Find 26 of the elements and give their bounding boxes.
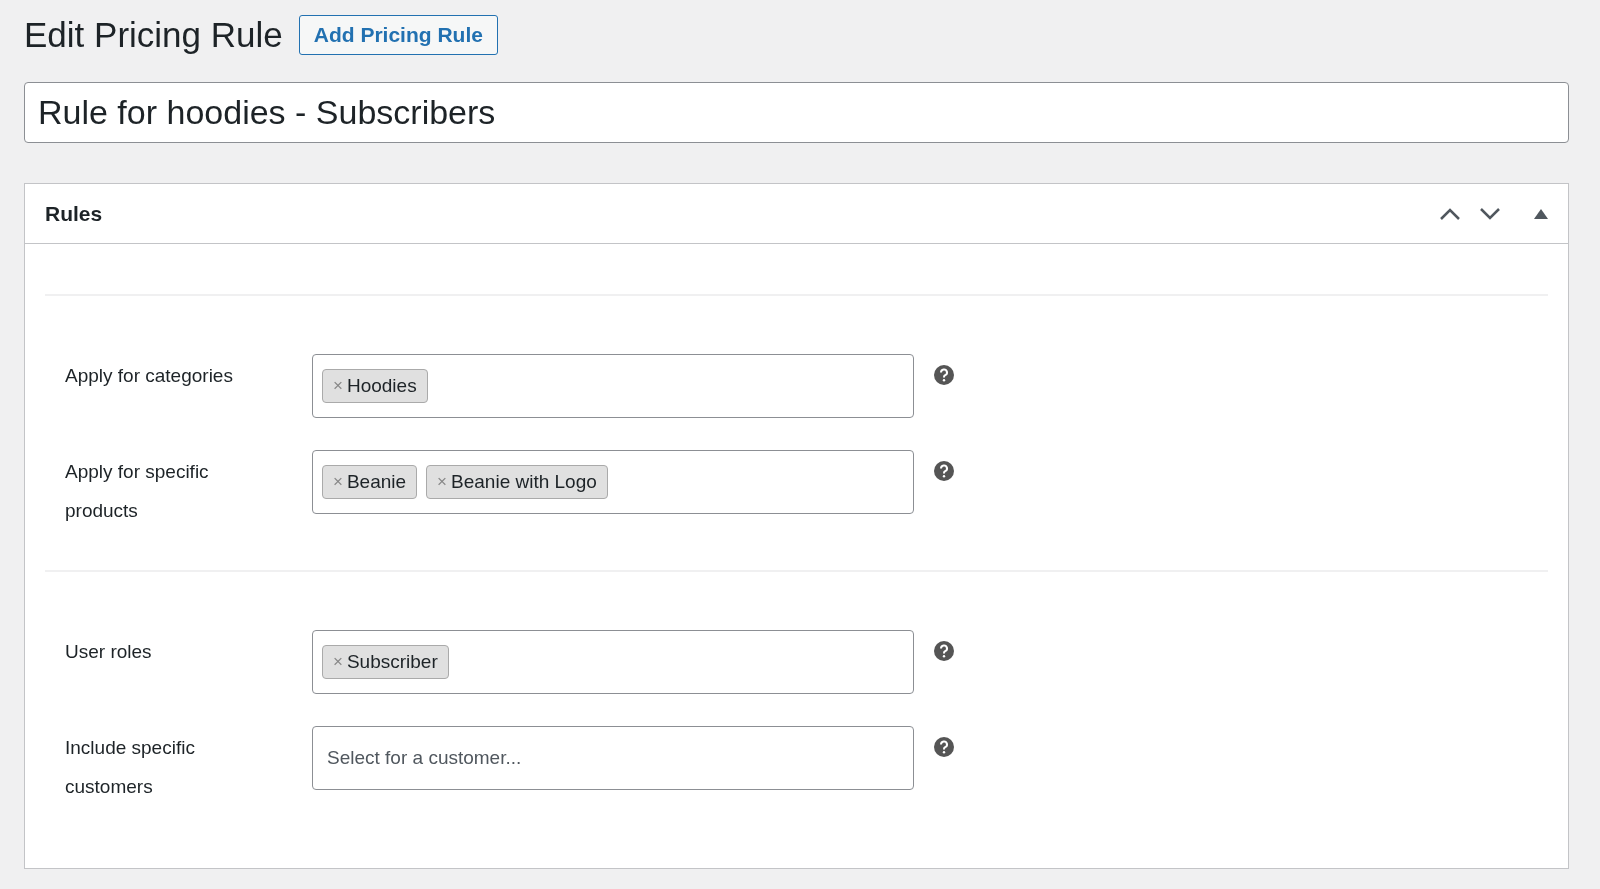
add-pricing-rule-button[interactable]: Add Pricing Rule bbox=[298, 15, 498, 55]
chevron-down-icon[interactable] bbox=[1478, 205, 1502, 222]
customer-search-field[interactable]: Select for a customer... bbox=[312, 726, 914, 790]
field-label: Include specific customers bbox=[65, 736, 196, 799]
remove-tag-button[interactable]: × bbox=[333, 374, 343, 398]
field-label: User roles bbox=[65, 640, 153, 664]
tag-label: Subscriber bbox=[346, 649, 438, 674]
help-icon[interactable] bbox=[934, 737, 954, 757]
page-title: Edit Pricing Rule bbox=[24, 14, 283, 56]
title-input[interactable]: Rule for hoodies - Subscribers bbox=[24, 82, 1569, 143]
tag-label: Beanie with Logo bbox=[451, 469, 597, 494]
select-field[interactable]: × Beanie × Beanie with Logo bbox=[312, 450, 914, 514]
collapse-triangle-icon[interactable] bbox=[1534, 208, 1548, 219]
select-field[interactable]: × Subscriber bbox=[312, 630, 914, 694]
remove-tag-button[interactable]: × bbox=[437, 470, 448, 494]
field-label: Apply for specific products bbox=[65, 460, 210, 523]
help-icon[interactable] bbox=[934, 461, 954, 481]
remove-tag-button[interactable]: × bbox=[333, 650, 343, 674]
tag-label: Beanie bbox=[346, 469, 407, 494]
field-label: Apply for categories bbox=[65, 364, 234, 388]
tag-label: Hoodies bbox=[346, 373, 417, 398]
remove-tag-button[interactable]: × bbox=[333, 470, 343, 494]
help-icon[interactable] bbox=[934, 641, 954, 661]
help-icon[interactable] bbox=[934, 365, 954, 385]
select-field[interactable]: × Hoodies bbox=[312, 354, 914, 418]
panel-title: Rules bbox=[45, 200, 103, 227]
